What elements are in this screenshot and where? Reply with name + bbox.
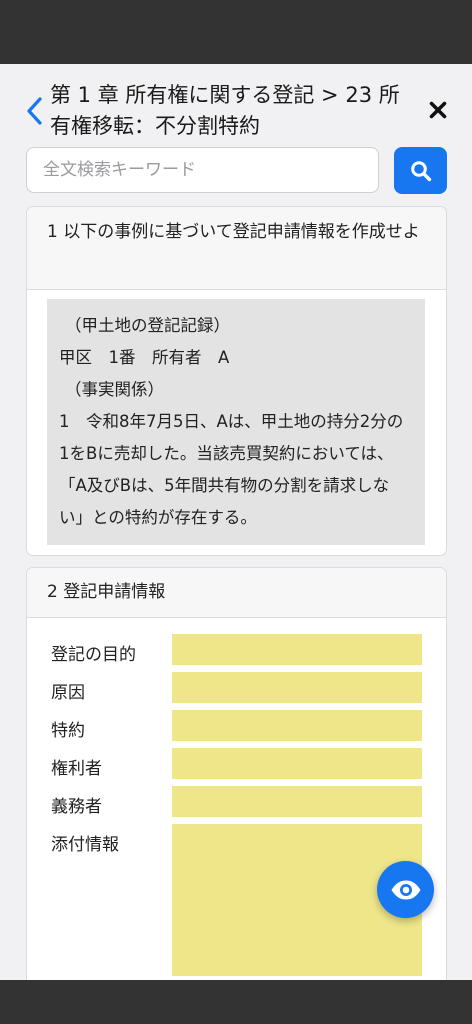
form-row-attachments: 添付情報 — [51, 824, 423, 976]
form-row-obligor: 義務者 — [51, 786, 423, 817]
record-line: （事実関係） — [65, 380, 164, 399]
registry-record-box: （甲土地の登記記録） 甲区 1番 所有者 A （事実関係） 1 令和8年7月5日… — [47, 299, 425, 545]
field-label: 添付情報 — [51, 835, 119, 855]
record-line: 1 令和8年7月5日、Aは、甲土地の持分2分の1をBに売却した。当該売買契約にお… — [59, 412, 404, 527]
field-label: 特約 — [51, 721, 85, 741]
right-holder-answer-field[interactable] — [172, 748, 422, 779]
chevron-left-icon — [27, 97, 42, 125]
app-screen: 第 1 章 所有権に関する登記 > 23 所有権移転：不分割特約 1 以下の事例… — [0, 64, 472, 980]
application-heading: 2 登記申請情報 — [27, 568, 446, 618]
form-row-special-clause: 特約 — [51, 710, 423, 741]
application-card: 2 登記申請情報 登記の目的 原因 特約 権利者 義務者 添付情報 — [26, 567, 447, 980]
form-row-purpose: 登記の目的 — [51, 634, 423, 665]
form-row-cause: 原因 — [51, 672, 423, 703]
record-line: 甲区 1番 所有者 A — [59, 348, 230, 367]
show-answer-button[interactable] — [377, 861, 434, 918]
case-card: 1 以下の事例に基づいて登記申請情報を作成せよ （甲土地の登記記録） 甲区 1番… — [26, 206, 447, 556]
top-header: 第 1 章 所有権に関する登記 > 23 所有権移転：不分割特約 — [0, 64, 472, 146]
back-button[interactable] — [20, 94, 48, 128]
page-title: 第 1 章 所有権に関する登記 > 23 所有権移転：不分割特約 — [50, 83, 400, 138]
cause-answer-field[interactable] — [172, 672, 422, 703]
search-button[interactable] — [394, 147, 447, 194]
special-clause-answer-field[interactable] — [172, 710, 422, 741]
search-bar — [26, 147, 448, 195]
case-heading: 1 以下の事例に基づいて登記申請情報を作成せよ — [27, 207, 446, 290]
search-icon — [410, 160, 431, 181]
field-label: 登記の目的 — [51, 645, 136, 665]
form-row-right-holder: 権利者 — [51, 748, 423, 779]
purpose-answer-field[interactable] — [172, 634, 422, 665]
field-label: 原因 — [51, 683, 85, 703]
search-input[interactable] — [26, 147, 379, 193]
status-bar — [0, 0, 472, 64]
close-button[interactable] — [424, 96, 452, 124]
field-label: 義務者 — [51, 797, 102, 817]
record-line: （甲土地の登記記録） — [65, 316, 230, 335]
field-label: 権利者 — [51, 759, 102, 779]
obligor-answer-field[interactable] — [172, 786, 422, 817]
system-nav-bar — [0, 980, 472, 1024]
eye-icon — [391, 880, 420, 899]
close-icon — [429, 101, 447, 119]
